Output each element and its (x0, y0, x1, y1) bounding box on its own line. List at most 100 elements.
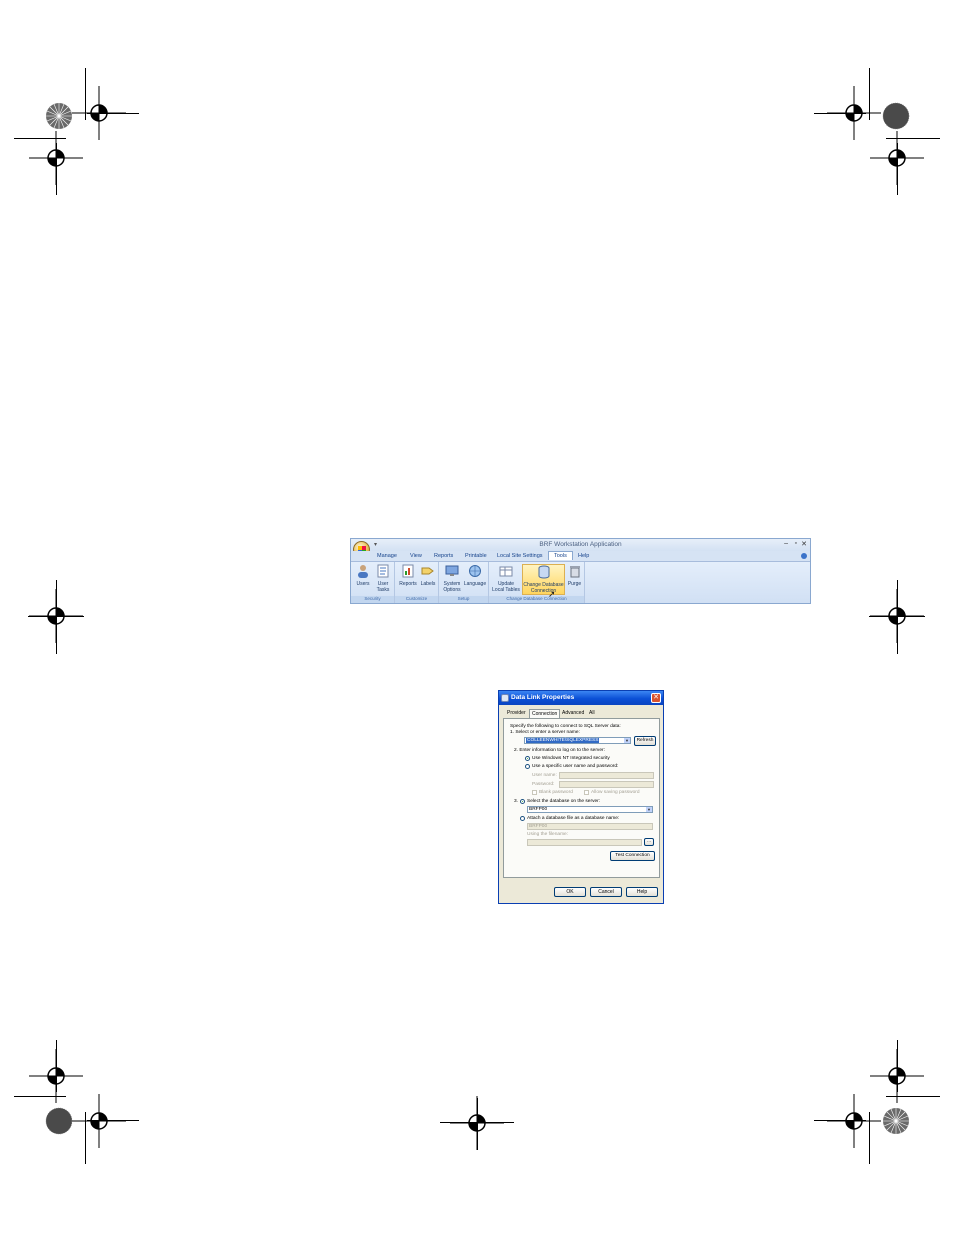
database-combobox[interactable]: BRFP00 ▼ (527, 806, 653, 813)
select-database-label: Select the database on the server: (527, 799, 601, 804)
tab-printable[interactable]: Printable (465, 553, 487, 559)
registration-target-icon (870, 589, 924, 643)
chevron-down-icon[interactable]: ▼ (646, 807, 652, 812)
purge-button[interactable]: Purge (566, 564, 583, 595)
attach-database-value: BRFP00 (529, 824, 548, 829)
step2-label: 2. Enter information to log on to the se… (514, 748, 605, 753)
data-link-icon (501, 694, 509, 702)
tab-tools[interactable]: Tools (548, 551, 573, 560)
specific-user-label: Use a specific user name and password: (532, 764, 619, 769)
close-button[interactable]: ✕ (801, 540, 807, 548)
chevron-down-icon[interactable]: ▼ (624, 738, 630, 743)
registration-target-icon (870, 131, 924, 185)
registration-target-icon (29, 589, 83, 643)
minimize-button[interactable]: – (784, 540, 788, 547)
database-value: BRFP00 (529, 807, 548, 812)
attach-database-name-input[interactable]: BRFP00 (527, 823, 653, 830)
quick-access-toolbar-dropdown[interactable]: ▾ (374, 541, 377, 548)
user-name-label: User name: (532, 773, 557, 778)
step1-label: 1. Select or enter a server name: (510, 730, 580, 735)
intro-text: Specify the following to connect to SQL … (510, 724, 621, 729)
tab-all[interactable]: All (587, 710, 597, 716)
dark-circle-mark-icon (882, 102, 910, 130)
maximize-button[interactable]: ▫ (795, 540, 797, 547)
server-name-combobox[interactable]: COLLEENWHITE\SQLEXPRESS ▼ (524, 737, 631, 744)
filename-input[interactable] (527, 839, 642, 846)
update-local-tables-button[interactable]: Update Local Tables (491, 564, 521, 595)
allow-saving-password-label: Allow saving password (591, 790, 640, 795)
attach-database-radio[interactable] (520, 816, 525, 821)
user-tasks-icon (377, 564, 389, 578)
starburst-mark-icon (45, 102, 73, 130)
attach-database-label: Attach a database file as a database nam… (527, 816, 620, 821)
password-label: Password: (532, 782, 555, 787)
ok-button[interactable]: OK (554, 887, 586, 897)
refresh-button[interactable]: Refresh (634, 736, 656, 746)
group-setup: System Options Language Setup (439, 562, 489, 603)
group-label-security: Security (351, 596, 394, 603)
tab-help[interactable]: Help (578, 553, 589, 559)
users-icon (358, 565, 368, 578)
group-change-database-connection: Update Local Tables Change Database Conn… (489, 562, 585, 603)
connection-tab-panel: Specify the following to connect to SQL … (503, 718, 660, 878)
tab-local-site-settings[interactable]: Local Site Settings (497, 553, 543, 559)
help-icon[interactable] (801, 553, 807, 559)
group-label-change-database-connection: Change Database Connection (489, 596, 584, 603)
tab-manage[interactable]: Manage (377, 553, 397, 559)
update-tables-icon (499, 566, 513, 577)
server-name-value: COLLEENWHITE\SQLEXPRESS (526, 738, 600, 743)
purge-icon (569, 566, 580, 578)
allow-saving-password-checkbox[interactable] (584, 790, 589, 795)
language-button[interactable]: Language (463, 564, 487, 595)
users-button[interactable]: Users (353, 564, 373, 595)
using-filename-label: Using the filename: (527, 832, 569, 837)
labels-icon (421, 567, 434, 575)
help-button[interactable]: Help (626, 887, 658, 897)
ribbon-titlebar: BRF Workstation Application – ▫ ✕ (351, 539, 810, 551)
language-icon (469, 565, 481, 577)
reports-button[interactable]: Reports (397, 564, 419, 595)
dialog-title: Data Link Properties (511, 694, 575, 701)
system-options-button[interactable]: System Options (441, 564, 463, 595)
registration-target-icon (29, 131, 83, 185)
tab-reports[interactable]: Reports (434, 553, 453, 559)
step3-label: 3. (514, 799, 519, 804)
tab-advanced[interactable]: Advanced (560, 710, 586, 716)
group-label-customize: Customize (395, 596, 438, 603)
group-label-setup: Setup (439, 596, 488, 603)
group-security: Users User Tasks Security (351, 562, 395, 603)
ribbon-panel: Users User Tasks Security Reports Labels… (351, 562, 810, 603)
blank-password-label: Blank password (539, 790, 573, 795)
ribbon-window: BRF Workstation Application – ▫ ✕ ▾ Mana… (350, 538, 811, 604)
labels-button[interactable]: Labels (419, 564, 437, 595)
user-name-input[interactable] (559, 772, 654, 779)
user-tasks-button[interactable]: User Tasks (373, 564, 393, 595)
password-input[interactable] (559, 781, 654, 788)
nt-security-radio[interactable] (525, 756, 530, 761)
registration-target-icon (827, 1094, 881, 1148)
mouse-cursor-icon: ➚ (548, 589, 556, 599)
registration-target-icon (72, 1094, 126, 1148)
tab-view[interactable]: View (410, 553, 422, 559)
test-connection-button[interactable]: Test Connection (610, 851, 655, 861)
cancel-button[interactable]: Cancel (590, 887, 622, 897)
dark-circle-mark-icon (45, 1107, 73, 1135)
dialog-titlebar: Data Link Properties ✕ (499, 691, 663, 705)
system-options-icon (445, 565, 459, 576)
change-database-connection-button[interactable]: Change Database Connection (522, 564, 565, 595)
registration-target-icon (450, 1096, 504, 1150)
group-customize: Reports Labels Customize (395, 562, 439, 603)
select-database-radio[interactable] (520, 799, 525, 804)
data-link-properties-dialog: Data Link Properties ✕ Provider Connecti… (498, 690, 664, 904)
database-icon (538, 565, 549, 579)
dialog-close-button[interactable]: ✕ (651, 693, 661, 703)
starburst-mark-icon (882, 1107, 910, 1135)
nt-security-label: Use Windows NT Integrated security (532, 756, 610, 761)
browse-button[interactable]: ... (644, 838, 654, 846)
reports-icon (402, 564, 414, 578)
ribbon-tabs: Manage View Reports Printable Local Site… (351, 551, 810, 562)
blank-password-checkbox[interactable] (532, 790, 537, 795)
specific-user-radio[interactable] (525, 764, 530, 769)
tab-provider[interactable]: Provider (505, 710, 528, 716)
window-title: BRF Workstation Application (539, 541, 622, 548)
